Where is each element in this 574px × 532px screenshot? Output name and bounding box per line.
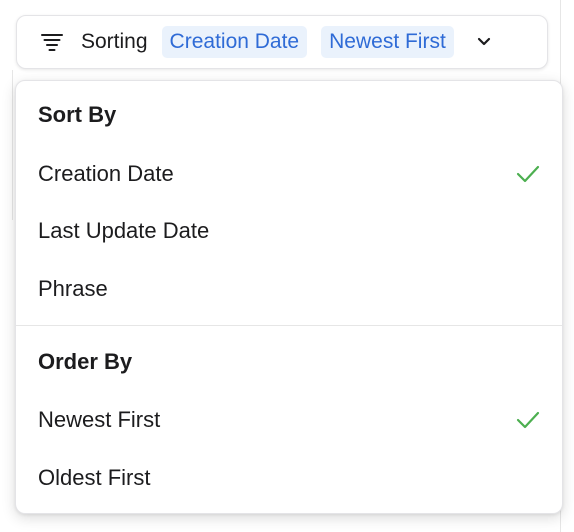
menu-item-label: Phrase xyxy=(38,276,108,301)
sort-field-chip[interactable]: Creation Date xyxy=(161,26,308,58)
sorting-label: Sorting xyxy=(81,30,148,53)
filter-lines-icon xyxy=(39,31,65,53)
sorting-dropdown-menu: Sort By Creation Date Last Update Date P… xyxy=(15,80,563,514)
sorting-control[interactable]: Sorting Creation Date Newest First xyxy=(16,15,548,69)
menu-item-label: Oldest First xyxy=(38,465,151,490)
chevron-down-icon[interactable] xyxy=(472,30,496,54)
checkmark-icon xyxy=(516,162,540,186)
menu-item-label: Last Update Date xyxy=(38,218,210,243)
sort-order-chip[interactable]: Newest First xyxy=(321,26,454,58)
menu-item-label: Newest First xyxy=(38,407,161,432)
order-option-oldest-first[interactable]: Oldest First xyxy=(16,453,562,503)
order-by-heading: Order By xyxy=(38,349,133,374)
menu-item-label: Creation Date xyxy=(38,161,174,186)
screen: Sorting Creation Date Newest First Sort … xyxy=(0,0,574,532)
sort-by-heading: Sort By xyxy=(38,102,117,127)
order-option-newest-first[interactable]: Newest First xyxy=(16,395,562,445)
background-panel-edge xyxy=(12,70,13,220)
sort-option-creation-date[interactable]: Creation Date xyxy=(16,149,562,199)
sort-option-last-update-date[interactable]: Last Update Date xyxy=(16,206,562,256)
checkmark-icon xyxy=(516,408,540,432)
sort-option-phrase[interactable]: Phrase xyxy=(16,264,562,314)
section-divider xyxy=(16,325,562,326)
